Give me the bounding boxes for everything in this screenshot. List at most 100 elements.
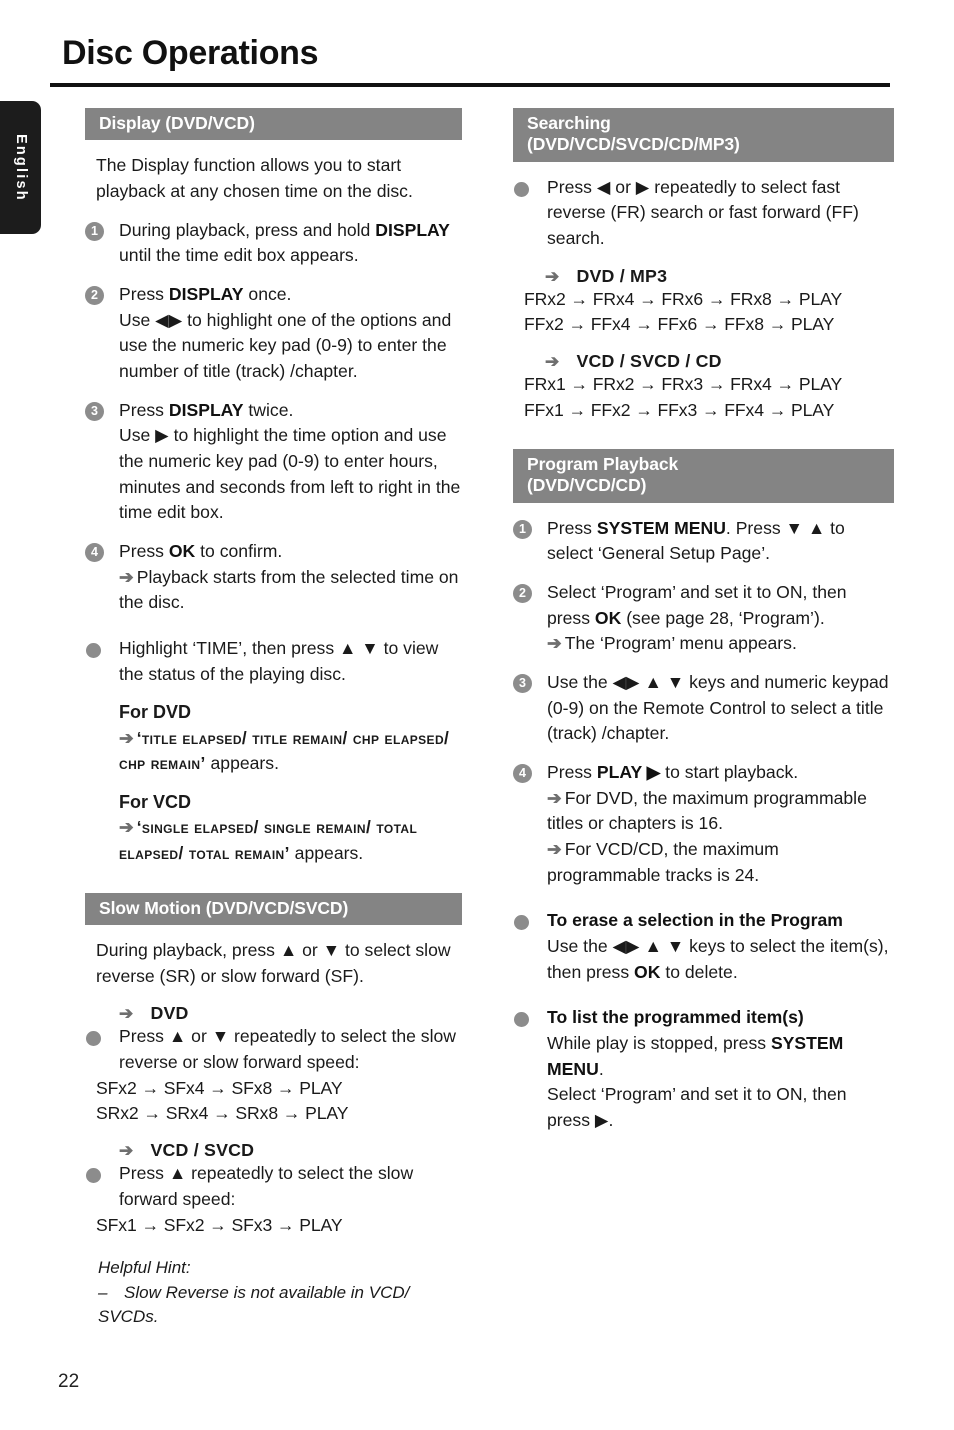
list-programmed-text-pre: While play is stopped, press — [547, 1033, 771, 1054]
helpful-hint-text: Slow Reverse is not available in VCD/ SV… — [98, 1282, 410, 1327]
list-item: Press ▲ or ▼ repeatedly to select the sl… — [85, 1024, 462, 1075]
step-text-bold: OK — [594, 607, 622, 628]
slow-motion-vcd-bullet-text: Press ▲ repeatedly to select the slow fo… — [119, 1163, 414, 1210]
step-number-badge: 2 — [85, 286, 104, 306]
list-item: 4 Press OK to confirm. ➔ Playback starts … — [85, 539, 462, 616]
language-tab-label: English — [12, 133, 29, 202]
list-item: To erase a selection in the Program Use … — [513, 908, 892, 985]
step-text-pre: Press — [547, 762, 597, 783]
step-text-pre: Press — [119, 284, 169, 305]
result-text: Playback starts from the selected time o… — [119, 566, 459, 613]
step-text-bold: SYSTEM MENU — [596, 517, 726, 538]
list-programmed-text-post: . — [598, 1058, 604, 1079]
left-column: Display (DVD/VCD) The Display function a… — [62, 108, 462, 1330]
result-line: ➔ For DVD, the maximum programmable title… — [547, 786, 892, 837]
searching-vcd-sequence-2: FFx1 → FFx2 → FFx3 → FFx4 → PLAY — [524, 399, 835, 420]
list-item: To list the programmed item(s) While pla… — [513, 1005, 892, 1133]
arrow-right-icon: ➔ — [119, 817, 134, 838]
step-number-badge: 4 — [513, 764, 532, 784]
searching-dvd-sequence-1: FRx2 → FRx4 → FRx6 → FRx8 → PLAY — [524, 288, 843, 309]
step-text-post: to confirm. — [195, 541, 283, 562]
result-text: For DVD, the maximum programmable titles… — [547, 787, 867, 834]
list-item: Press ◀ or ▶ repeatedly to select fast r… — [513, 175, 892, 252]
list-item: 3 Use the ◀▶ ▲ ▼ keys and numeric keypad… — [513, 670, 892, 747]
arrow-right-icon: ➔ — [119, 566, 134, 587]
right-column: Searching (DVD/VCD/SVCD/CD/MP3) Press ◀ … — [492, 108, 894, 1134]
slow-motion-dvd-sequence-1: SFx2 → SFx4 → SFx8 → PLAY — [96, 1077, 343, 1098]
section-header-program-playback: Program Playback (DVD/VCD/CD) — [513, 449, 894, 503]
result-line: ➔ For VCD/CD, the maximum programmable tr… — [547, 837, 892, 888]
result-text: For VCD/CD, the maximum programmable tra… — [547, 839, 779, 885]
searching-vcd-subheading-label: VCD / SVCD / CD — [576, 351, 722, 372]
list-item: 1 Press SYSTEM MENU. Press ▼ ▲ to select… — [513, 516, 892, 567]
language-tab: English — [0, 101, 41, 234]
slow-motion-dvd-bullet-text: Press ▲ or ▼ repeatedly to select the sl… — [119, 1026, 456, 1073]
result-text: The ‘Program’ menu appears. — [564, 633, 797, 654]
step-text-post: once. — [243, 284, 292, 305]
slow-motion-vcd-subheading-label: VCD / SVCD — [150, 1140, 255, 1161]
step-text-line2: Use ◀▶ to highlight one of the options a… — [119, 309, 452, 382]
slow-motion-dvd-sequence-2: SRx2 → SRx4 → SRx8 → PLAY — [96, 1103, 349, 1124]
section-header-display: Display (DVD/VCD) — [85, 108, 462, 141]
list-item: 3 Press DISPLAY twice. Use ▶ to highligh… — [85, 398, 462, 526]
for-vcd-suffix: appears. — [289, 842, 364, 863]
section-header-display-label: Display (DVD/VCD) — [99, 113, 255, 133]
slow-motion-vcd-sequence-1: SFx1 → SFx2 → SFx3 → PLAY — [96, 1214, 343, 1235]
section-header-program-label-line2: (DVD/VCD/CD) — [527, 475, 647, 496]
searching-dvd-sequence-2: FFx2 → FFx4 → FFx6 → FFx8 → PLAY — [524, 314, 835, 335]
for-dvd-heading: For DVD — [119, 702, 191, 723]
bullet-dot-icon — [86, 1031, 101, 1047]
step-text-pre: Press — [119, 399, 169, 420]
arrow-right-icon: ➔ — [547, 633, 562, 654]
page-number: 22 — [58, 1371, 80, 1392]
helpful-hint: Helpful Hint: – Slow Reverse is not avail… — [98, 1256, 462, 1330]
arrow-right-icon: ➔ — [545, 266, 560, 286]
step-number-badge: 1 — [85, 221, 104, 241]
step-text-pre: During playback, press and hold — [119, 219, 376, 240]
step-number-badge: 1 — [513, 519, 532, 539]
bullet-dot-icon — [86, 643, 101, 659]
arrow-right-icon: ➔ — [545, 352, 560, 372]
result-line: ➔ Playback starts from the selected time … — [119, 565, 462, 616]
arrow-right-icon: ➔ — [119, 727, 134, 748]
list-item: 2 Select ‘Program’ and set it to ON, the… — [513, 580, 892, 657]
for-dvd-osd-value: ‘title elapsed/ title remain/ chp elapse… — [119, 727, 450, 774]
section-header-slow-motion: Slow Motion (DVD/VCD/SVCD) — [85, 892, 462, 925]
erase-selection-heading: To erase a selection in the Program — [547, 910, 843, 931]
bullet-dot-icon — [514, 1012, 529, 1028]
for-dvd-value-line: ➔ ‘title elapsed/ title remain/ chp elaps… — [119, 726, 462, 777]
step-text-bold: DISPLAY — [375, 219, 450, 240]
result-line: ➔ The ‘Program’ menu appears. — [547, 631, 892, 657]
searching-dvd-subheading-label: DVD / MP3 — [576, 265, 668, 286]
step-number-badge: 3 — [85, 401, 104, 421]
step-number-badge: 4 — [85, 543, 104, 563]
slow-motion-intro: During playback, press ▲ or ▼ to select … — [96, 940, 451, 986]
bullet-dot-icon — [514, 181, 529, 197]
dash-icon: – — [98, 1282, 108, 1302]
step-text-pre: Use the ◀▶ ▲ ▼ keys and numeric keypad (… — [547, 672, 889, 744]
erase-selection-text-post: to delete. — [660, 961, 738, 982]
list-item: 2 Press DISPLAY once. Use ◀▶ to highligh… — [85, 282, 462, 385]
bullet-dot-icon — [514, 915, 529, 931]
bullet-dot-icon — [86, 1168, 101, 1184]
page-title: Disc Operations — [62, 34, 319, 72]
slow-motion-dvd-subheading-label: DVD — [150, 1003, 189, 1024]
step-number-badge: 3 — [513, 674, 532, 694]
display-intro: The Display function allows you to start… — [96, 155, 413, 202]
helpful-hint-body: – Slow Reverse is not available in VCD/ S… — [98, 1281, 462, 1330]
list-item: 4 Press PLAY ▶ to start playback. ➔ For D… — [513, 760, 892, 888]
step-text-line2: Use ▶ to highlight the time option and u… — [119, 425, 461, 523]
helpful-hint-title: Helpful Hint: — [98, 1258, 191, 1278]
step-number-badge: 2 — [513, 584, 532, 604]
section-header-searching-label-line2: (DVD/VCD/SVCD/CD/MP3) — [527, 134, 740, 155]
title-divider — [50, 83, 890, 87]
for-vcd-heading: For VCD — [119, 792, 191, 813]
arrow-right-icon: ➔ — [119, 1004, 134, 1024]
arrow-right-icon: ➔ — [547, 787, 562, 808]
slow-motion-vcd-subheading: ➔ VCD / SVCD — [119, 1140, 462, 1161]
step-text-post: until the time edit box appears. — [119, 245, 359, 266]
step-text-pre: Press — [547, 517, 597, 538]
step-text-bold: OK — [168, 541, 196, 562]
time-bullet-text: Highlight ‘TIME’, then press ▲ ▼ to view… — [119, 638, 439, 684]
for-dvd-suffix: appears. — [205, 753, 279, 774]
